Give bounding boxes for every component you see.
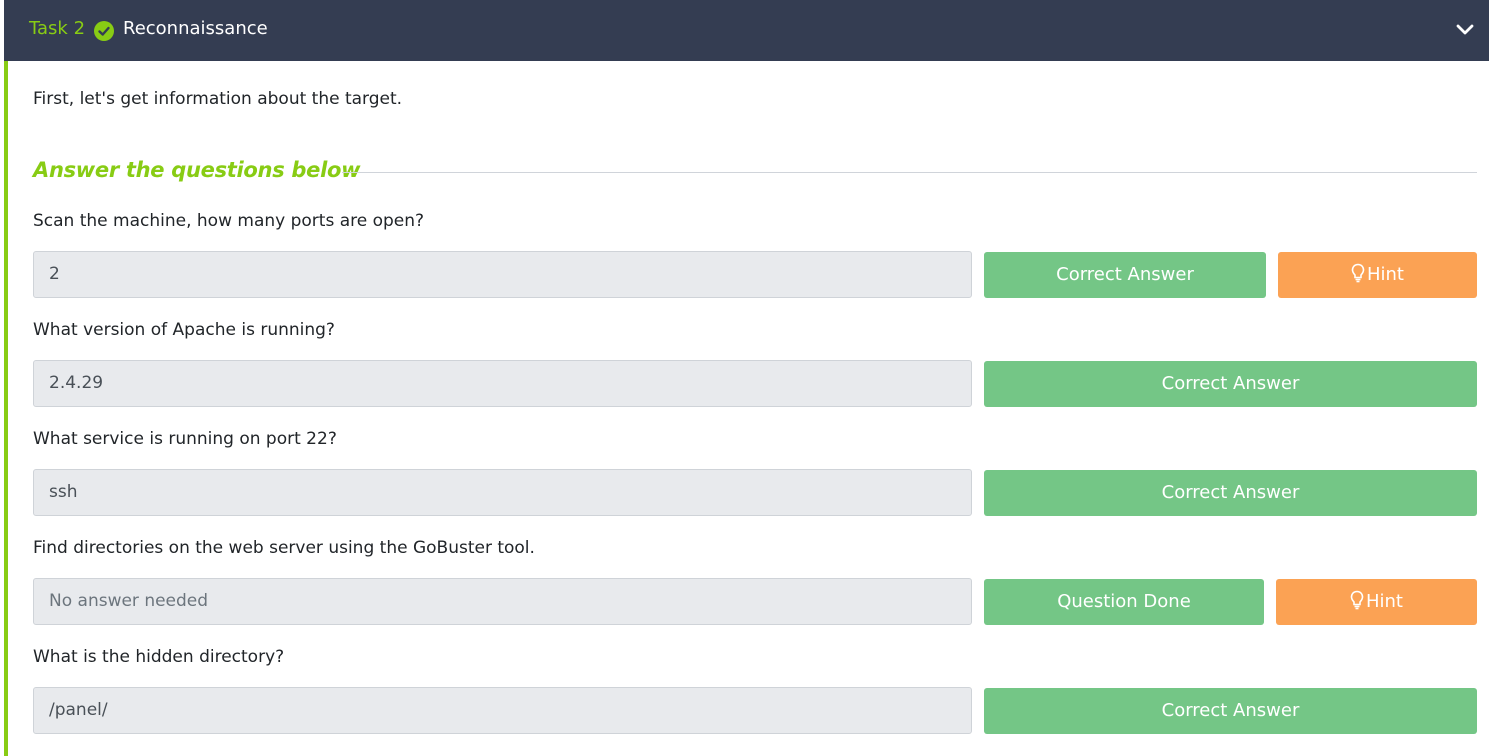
lightbulb-icon xyxy=(1351,263,1365,283)
question-1-answer-field[interactable]: 2 xyxy=(33,251,972,298)
task-card: Task 2 Reconnaissance First, let's get i… xyxy=(4,0,1489,756)
question-2-text: What version of Apache is running? xyxy=(33,320,335,340)
accent-bar xyxy=(4,61,8,756)
task-number: Task 2 xyxy=(29,18,86,39)
check-circle-icon xyxy=(94,21,114,41)
question-5-answer-field[interactable]: /panel/ xyxy=(33,687,972,734)
chevron-down-icon[interactable] xyxy=(1455,22,1475,38)
lightbulb-icon xyxy=(1350,590,1364,610)
section-divider xyxy=(342,172,1477,173)
question-5-correct-answer-button[interactable]: Correct Answer xyxy=(984,688,1477,734)
question-3-correct-answer-button[interactable]: Correct Answer xyxy=(984,470,1477,516)
question-4-hint-label: Hint xyxy=(1365,591,1403,612)
question-4-question-done-button[interactable]: Question Done xyxy=(984,579,1264,625)
question-4-text: Find directories on the web server using… xyxy=(33,538,535,558)
question-3-answer-field[interactable]: ssh xyxy=(33,469,972,516)
question-1-hint-label: Hint xyxy=(1366,264,1404,285)
question-1-hint-button[interactable]: Hint xyxy=(1278,252,1477,298)
question-5-text: What is the hidden directory? xyxy=(33,647,285,667)
task-title: Reconnaissance xyxy=(123,18,268,39)
question-4-hint-button[interactable]: Hint xyxy=(1276,579,1477,625)
question-1-correct-answer-button[interactable]: Correct Answer xyxy=(984,252,1266,298)
section-heading: Answer the questions below xyxy=(33,158,361,182)
question-1-text: Scan the machine, how many ports are ope… xyxy=(33,211,425,231)
question-2-correct-answer-button[interactable]: Correct Answer xyxy=(984,361,1477,407)
question-4-answer-field[interactable]: No answer needed xyxy=(33,578,972,625)
task-intro: First, let's get information about the t… xyxy=(33,89,403,109)
task-header[interactable]: Task 2 Reconnaissance xyxy=(4,0,1489,61)
question-3-text: What service is running on port 22? xyxy=(33,429,337,449)
question-2-answer-field[interactable]: 2.4.29 xyxy=(33,360,972,407)
